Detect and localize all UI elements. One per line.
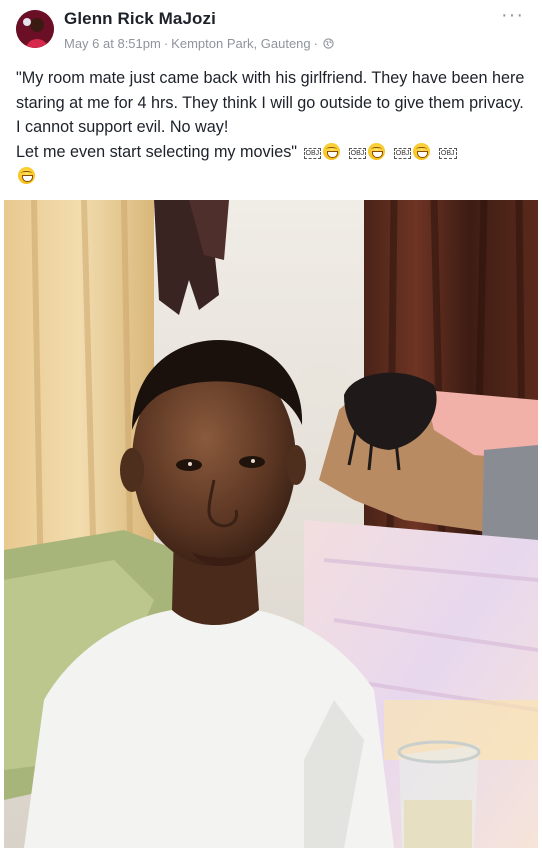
meta-separator-2: · [313, 36, 318, 51]
laughing-face-icon [323, 142, 341, 160]
obj-placeholder-icon: OBJ [348, 147, 367, 159]
globe-icon [323, 38, 334, 49]
post-location[interactable]: Kempton Park, Gauteng [171, 36, 310, 51]
post-text-line-3 [16, 164, 531, 189]
post-meta: May 6 at 8:51pm · Kempton Park, Gauteng · [64, 36, 334, 51]
post-text-line-2-text: Let me even start selecting my movies" [16, 142, 298, 161]
more-options-icon[interactable]: ··· [501, 4, 524, 27]
avatar[interactable] [16, 10, 54, 48]
author-name[interactable]: Glenn Rick MaJozi [64, 9, 216, 29]
post-header: Glenn Rick MaJozi May 6 at 8:51pm · Kempto… [0, 0, 542, 62]
avatar-image [16, 10, 54, 48]
obj-placeholder-icon: OBJ [438, 147, 457, 159]
obj-placeholder-icon: OBJ [303, 147, 322, 159]
meta-separator: · [163, 36, 169, 51]
selfie-photo [4, 200, 538, 848]
post-text: "My room mate just came back with his gi… [16, 66, 531, 189]
laughing-face-icon [18, 167, 35, 184]
post-photo[interactable] [4, 200, 538, 848]
post-date[interactable]: May 6 at 8:51pm [64, 36, 161, 51]
obj-placeholder-icon: OBJ [393, 147, 412, 159]
post-text-line-2: Let me even start selecting my movies" O… [16, 140, 531, 165]
laughing-face-icon [368, 142, 386, 160]
post-text-line-1: "My room mate just came back with his gi… [16, 69, 525, 136]
laughing-face-icon [413, 142, 431, 160]
facebook-post: Glenn Rick MaJozi May 6 at 8:51pm · Kempto… [0, 0, 542, 848]
